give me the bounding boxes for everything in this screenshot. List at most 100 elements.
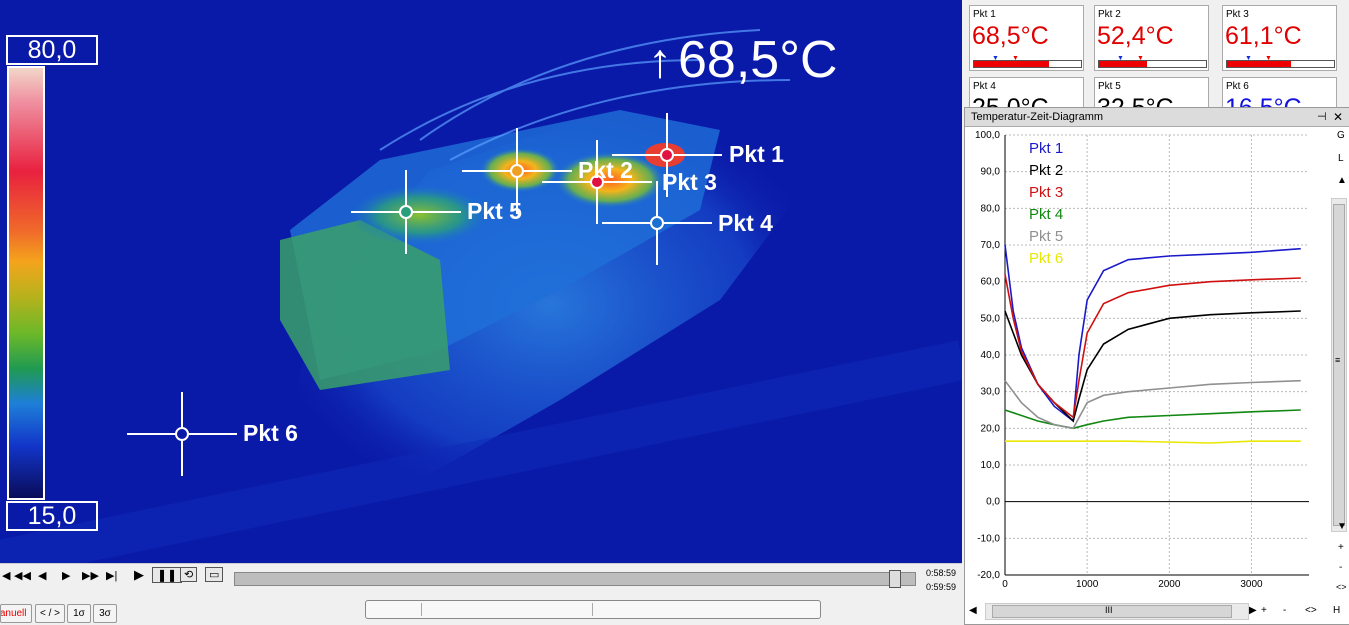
x-tick-label: 1000 bbox=[1076, 579, 1099, 590]
range-button[interactable]: < / > bbox=[35, 604, 65, 623]
record-button[interactable]: ▭ bbox=[205, 567, 224, 582]
panel-pkt-2[interactable]: Pkt 2 52,4°C ▼ ▼ bbox=[1094, 5, 1209, 71]
vscroll-grip: ≡ bbox=[1335, 355, 1341, 365]
y-tick-label: 20,0 bbox=[981, 423, 1001, 434]
zoom-in-y-button[interactable]: + bbox=[1338, 542, 1344, 553]
y-tick-label: 50,0 bbox=[981, 313, 1001, 324]
measurement-panels: Pkt 1 68,5°C ▼ ▼ Pkt 2 52,4°C ▼ ▼ Pkt 3 61… bbox=[964, 0, 1349, 109]
sigma1-button[interactable]: 1σ bbox=[67, 604, 91, 623]
zoom-out-x-button[interactable]: - bbox=[1283, 605, 1286, 616]
legend-entry-1: Pkt 1 bbox=[1029, 140, 1063, 157]
legend-entry-3: Pkt 3 bbox=[1029, 184, 1063, 201]
color-scale-bar bbox=[7, 66, 45, 500]
y-tick-label: 70,0 bbox=[981, 240, 1001, 251]
x-tick-label: 3000 bbox=[1240, 579, 1263, 590]
rewind-icon[interactable]: ◀◀ bbox=[14, 569, 31, 582]
timeline-slider[interactable] bbox=[234, 570, 916, 588]
y-tick-label: 100,0 bbox=[975, 130, 1000, 141]
diagram-horizontal-scrollbar[interactable]: III bbox=[985, 603, 1249, 620]
panel-value: 52,4°C bbox=[1097, 22, 1174, 50]
vertical-scrollbar[interactable]: ≡ bbox=[1331, 198, 1347, 532]
zoom-in-x-button[interactable]: + bbox=[1261, 605, 1267, 616]
thermal-image-view[interactable]: 80,0 15,0 ↑ 68,5°C Pkt 1 Pkt 2 Pkt 3 Pkt … bbox=[0, 0, 962, 563]
series-line-3 bbox=[1004, 274, 1301, 419]
graph-toggle-button[interactable]: G bbox=[1337, 130, 1345, 141]
scale-min: 15,0 bbox=[6, 501, 98, 531]
skip-start-icon[interactable]: ◀ bbox=[2, 569, 10, 582]
series-line-5 bbox=[1004, 379, 1301, 430]
point-label-2: Pkt 2 bbox=[578, 157, 633, 183]
panel-pkt-1[interactable]: Pkt 1 68,5°C ▼ ▼ bbox=[969, 5, 1084, 71]
sigma3-button[interactable]: 3σ bbox=[93, 604, 117, 623]
zoom-out-y-button[interactable]: - bbox=[1339, 562, 1342, 573]
fit-y-button[interactable]: <> bbox=[1336, 582, 1347, 592]
series-line-4 bbox=[1004, 409, 1301, 430]
scroll-up-icon[interactable]: ▲ bbox=[1337, 175, 1347, 186]
x-tick-label: 2000 bbox=[1158, 579, 1181, 590]
pin-icon[interactable]: ⊣ bbox=[1317, 108, 1327, 126]
panel-pkt-5[interactable]: Pkt 5 32,5°C bbox=[1094, 77, 1209, 109]
scroll-left-icon[interactable]: ◀ bbox=[969, 605, 977, 616]
step-forward-icon[interactable]: ▶ bbox=[62, 569, 70, 582]
diagram-title: Temperatur-Zeit-Diagramm bbox=[971, 111, 1104, 123]
panel-name: Pkt 6 bbox=[1226, 81, 1249, 92]
legend-entry-4: Pkt 4 bbox=[1029, 206, 1063, 223]
y-tick-label: 0,0 bbox=[986, 497, 1000, 508]
point-label-3: Pkt 3 bbox=[662, 169, 717, 195]
manual-button[interactable]: Manuell bbox=[0, 604, 32, 623]
panel-value: 68,5°C bbox=[972, 22, 1049, 50]
fast-forward-icon[interactable]: ▶▶ bbox=[82, 569, 99, 582]
scroll-down-icon[interactable]: ▼ bbox=[1337, 521, 1347, 532]
panel-level-bar: ▼ ▼ bbox=[1226, 55, 1335, 68]
loop-button[interactable]: ⟲ bbox=[180, 567, 198, 582]
horizontal-scrollbar[interactable] bbox=[365, 600, 821, 619]
fit-x-button[interactable]: <> bbox=[1305, 605, 1317, 616]
y-tick-label: -20,0 bbox=[977, 570, 1000, 581]
arrow-up-icon: ↑ bbox=[648, 35, 672, 88]
point-label-1: Pkt 1 bbox=[729, 141, 784, 167]
y-tick-label: 30,0 bbox=[981, 387, 1001, 398]
scroll-right-icon[interactable]: ▶ bbox=[1249, 605, 1257, 616]
max-reading: ↑ 68,5°C bbox=[648, 30, 838, 90]
point-label-4: Pkt 4 bbox=[718, 210, 773, 236]
legend-entry-5: Pkt 5 bbox=[1029, 228, 1063, 245]
scale-max: 80,0 bbox=[6, 35, 98, 65]
y-tick-label: -10,0 bbox=[977, 533, 1000, 544]
series-line-2 bbox=[1004, 310, 1301, 423]
x-tick-label: 0 bbox=[1002, 579, 1008, 590]
line-chart: 0 1000 2000 3000 100,0 90,0 80,0 70,0 60,0 50,0 40… bbox=[975, 130, 1309, 590]
skip-end-icon[interactable]: ▶| bbox=[106, 569, 117, 582]
close-icon[interactable]: ✕ bbox=[1333, 108, 1343, 126]
panel-name: Pkt 5 bbox=[1098, 81, 1121, 92]
legend-entry-6: Pkt 6 bbox=[1029, 250, 1063, 267]
panel-name: Pkt 2 bbox=[1098, 9, 1121, 20]
panel-name: Pkt 3 bbox=[1226, 9, 1249, 20]
y-tick-label: 40,0 bbox=[981, 350, 1001, 361]
panel-level-bar: ▼ ▼ bbox=[973, 55, 1082, 68]
panel-pkt-4[interactable]: Pkt 4 25,0°C bbox=[969, 77, 1084, 109]
series-line-1 bbox=[1004, 244, 1301, 423]
point-label-6: Pkt 6 bbox=[243, 420, 298, 446]
max-reading-value: 68,5°C bbox=[678, 31, 838, 89]
panel-name: Pkt 1 bbox=[973, 9, 996, 20]
y-tick-label: 60,0 bbox=[981, 277, 1001, 288]
y-tick-label: 10,0 bbox=[981, 460, 1001, 471]
pause-button[interactable]: ❚❚ bbox=[152, 567, 183, 583]
y-tick-label: 90,0 bbox=[981, 167, 1001, 178]
step-back-icon[interactable]: ◀ bbox=[38, 569, 46, 582]
play-icon[interactable]: ▶ bbox=[134, 567, 144, 583]
time-current: 0:58:59 bbox=[926, 568, 957, 578]
timeline-thumb[interactable] bbox=[889, 570, 902, 588]
panel-pkt-6[interactable]: Pkt 6 16,5°C bbox=[1222, 77, 1337, 109]
temperature-time-diagram: Temperatur-Zeit-Diagramm ⊣ ✕ 0 1000 2000 30… bbox=[964, 107, 1349, 625]
diagram-titlebar: Temperatur-Zeit-Diagramm ⊣ ✕ bbox=[965, 108, 1349, 127]
panel-pkt-3[interactable]: Pkt 3 61,1°C ▼ ▼ bbox=[1222, 5, 1337, 71]
panel-name: Pkt 4 bbox=[973, 81, 996, 92]
y-tick-label: 80,0 bbox=[981, 203, 1001, 214]
legend-entry-2: Pkt 2 bbox=[1029, 162, 1063, 179]
home-button[interactable]: H bbox=[1333, 605, 1340, 616]
vertical-scroll-thumb[interactable]: ≡ bbox=[1333, 204, 1345, 526]
series-line-6 bbox=[1005, 440, 1301, 444]
horizontal-scroll-thumb[interactable]: III bbox=[992, 605, 1232, 618]
legend-toggle-button[interactable]: L bbox=[1338, 153, 1344, 164]
